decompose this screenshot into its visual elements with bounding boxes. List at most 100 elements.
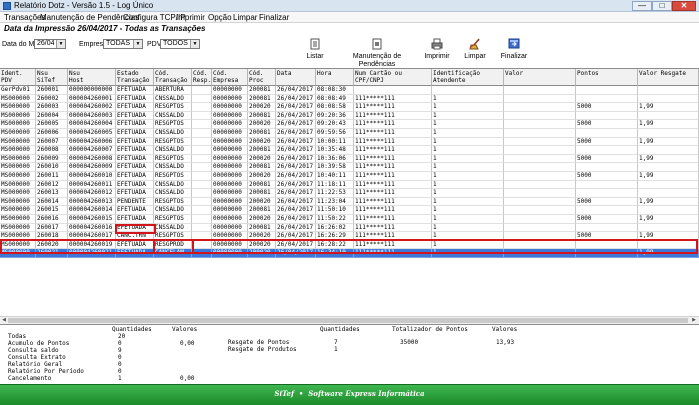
column-header[interactable]: Cód. Proc [248, 69, 276, 86]
table-row[interactable]: MS000000 260017 000004260016 EFETUADA CNSSAL… [0, 223, 699, 233]
table-row[interactable]: MS000000 260014 000004260013 PENDENTE RESGPT… [0, 197, 699, 207]
table-cell: 260005 [36, 120, 68, 129]
table-cell: EFETUADA [116, 146, 154, 155]
listar-button[interactable]: Listar [300, 38, 330, 61]
window-title: Relatório Dotz - Versão 1.5 - Log Único [14, 1, 154, 10]
table-row[interactable]: MS000000 260009 000004260008 EFETUADA RESGPT… [0, 154, 699, 164]
transactions-grid[interactable]: Ident. PDV Nsu SiTef Nsu Host Estado Transa… [0, 68, 699, 321]
table-cell: 08:08:58 [316, 103, 354, 112]
summary-label: Resgate de Produtos [228, 346, 297, 353]
table-cell: 00000000 [212, 215, 248, 224]
menu-limpar[interactable]: Limpar [233, 12, 257, 23]
table-row[interactable]: MS000000 260020 000004260019 EFETUADA RESGPR… [0, 240, 699, 250]
table-cell: 111*****111 [354, 197, 432, 207]
table-row[interactable]: GerPdv01 260001 000000000000 EFETUADA ABERTU… [0, 86, 699, 95]
summary-label: Acumulo de Pontos [8, 340, 70, 347]
table-cell [192, 146, 212, 155]
table-cell: EFETUADA [116, 172, 154, 181]
column-header[interactable]: Identificação Atendente [432, 69, 504, 86]
column-header[interactable]: Valor [504, 69, 576, 86]
table-row[interactable]: MS000000 260015 000004260014 EFETUADA CNSSAL… [0, 206, 699, 215]
minimize-button[interactable]: — [632, 1, 652, 11]
table-cell [576, 146, 638, 155]
menu-bar: Transações Manutenção de Pendências Conf… [0, 12, 699, 23]
table-row[interactable]: MS000000 260016 000004260015 EFETUADA RESGPT… [0, 215, 699, 224]
table-row[interactable]: MS000000 260018 000004260017 CANC.TRN RESGPT… [0, 232, 699, 241]
summary-qty: 1 [334, 346, 338, 353]
pdv-select[interactable]: TODOS ▼ [160, 39, 200, 49]
table-cell [576, 163, 638, 172]
table-cell: 26/04/2017 [276, 120, 316, 129]
table-cell: RESGPTOS [154, 120, 192, 129]
table-cell: 5000 [576, 120, 638, 129]
menu-imprimir[interactable]: Imprimir [176, 12, 205, 23]
menu-opcao[interactable]: Opção [208, 12, 232, 23]
column-header[interactable]: Valor Resgate [638, 69, 699, 86]
table-row[interactable]: MS000000 260010 000004260009 EFETUADA CNSSAL… [0, 163, 699, 172]
scroll-thumb[interactable] [8, 318, 688, 323]
table-cell [504, 206, 576, 215]
close-button[interactable]: ✕ [672, 1, 696, 11]
summary-value: 0,00 [180, 375, 195, 382]
table-row[interactable]: MS000000 260005 000004260004 EFETUADA RESGPT… [0, 120, 699, 129]
table-cell: 000004260005 [68, 129, 116, 138]
column-header[interactable]: Cód. Resp. [192, 69, 212, 86]
table-row[interactable]: MS000000 260011 000004260010 EFETUADA RESGPT… [0, 172, 699, 181]
table-cell: 260018 [36, 232, 68, 241]
table-cell: 1 [432, 94, 504, 104]
status-bar: SiTef • Software Express Informática [0, 384, 699, 405]
table-cell: EFETUADA [116, 163, 154, 172]
table-cell [576, 189, 638, 198]
table-row[interactable]: MS000000 260013 000004260012 EFETUADA CNSSAL… [0, 189, 699, 198]
column-header[interactable]: Num Cartão ou CPF/CNPJ [354, 69, 432, 86]
summary-qty: 0 [118, 340, 122, 347]
horizontal-scrollbar[interactable]: ◀ ▶ [0, 316, 699, 324]
table-row[interactable]: MS000000 260007 000004260006 EFETUADA RESGPT… [0, 137, 699, 147]
empresa-value: TODAS [106, 40, 130, 47]
menu-finalizar[interactable]: Finalizar [259, 12, 289, 23]
table-cell: MS000000 [0, 103, 36, 112]
table-cell: 16:26:29 [316, 232, 354, 241]
column-header[interactable]: Nsu Host [68, 69, 116, 86]
column-header[interactable]: Ident. PDV [0, 69, 36, 86]
column-header[interactable]: Estado Transação [116, 69, 154, 86]
table-cell [638, 206, 699, 215]
table-cell: MS000000 [0, 232, 36, 241]
table-cell: 1 [432, 206, 504, 215]
data-mov-select[interactable]: 26/04 ▼ [34, 39, 66, 49]
table-row[interactable]: MS000000 260002 000004260001 EFETUADA CNSSAL… [0, 94, 699, 104]
table-cell [192, 86, 212, 95]
table-row[interactable]: MS000000 260021 000004260021 EFETUADA CANCEL… [0, 249, 699, 258]
manutencao-button[interactable]: Manutenção de Pendências [337, 38, 417, 69]
column-header[interactable]: Data [276, 69, 316, 86]
column-header[interactable]: Nsu SiTef [36, 69, 68, 86]
table-row[interactable]: MS000000 260004 000004260003 EFETUADA CNSSAL… [0, 111, 699, 121]
table-cell [504, 103, 576, 112]
table-cell [504, 189, 576, 198]
table-row[interactable]: MS000000 260003 000004260002 EFETUADA RESGPT… [0, 103, 699, 112]
column-header[interactable]: Pontos [576, 69, 638, 86]
table-cell: 11:18:11 [316, 180, 354, 190]
table-cell: 200020 [248, 120, 276, 129]
imprimir-button[interactable]: Imprimir [420, 38, 454, 61]
scroll-left-icon[interactable]: ◀ [0, 317, 8, 324]
table-cell: 000004260014 [68, 206, 116, 215]
limpar-button[interactable]: Limpar [460, 38, 490, 61]
finalizar-button[interactable]: Finalizar [498, 38, 530, 61]
table-row[interactable]: MS000000 260008 000004260007 EFETUADA CNSSAL… [0, 146, 699, 155]
column-header[interactable]: Cód. Transação [154, 69, 192, 86]
maximize-button[interactable]: □ [652, 1, 672, 11]
table-cell: RESGPTOS [154, 197, 192, 207]
table-row[interactable]: MS000000 260012 000004260011 EFETUADA CNSSAL… [0, 180, 699, 190]
empresa-select[interactable]: TODAS ▼ [103, 39, 143, 49]
table-cell: 200020 [248, 232, 276, 241]
table-cell: 1,99 [638, 232, 699, 241]
table-cell [504, 172, 576, 181]
scroll-right-icon[interactable]: ▶ [690, 317, 698, 324]
column-header[interactable]: Cód. Empresa [212, 69, 248, 86]
table-cell: 5000 [576, 154, 638, 164]
table-cell: EFETUADA [116, 154, 154, 164]
column-header[interactable]: Hora [316, 69, 354, 86]
table-row[interactable]: MS000000 260006 000004260005 EFETUADA CNSSAL… [0, 129, 699, 138]
table-cell: 1 [432, 172, 504, 181]
